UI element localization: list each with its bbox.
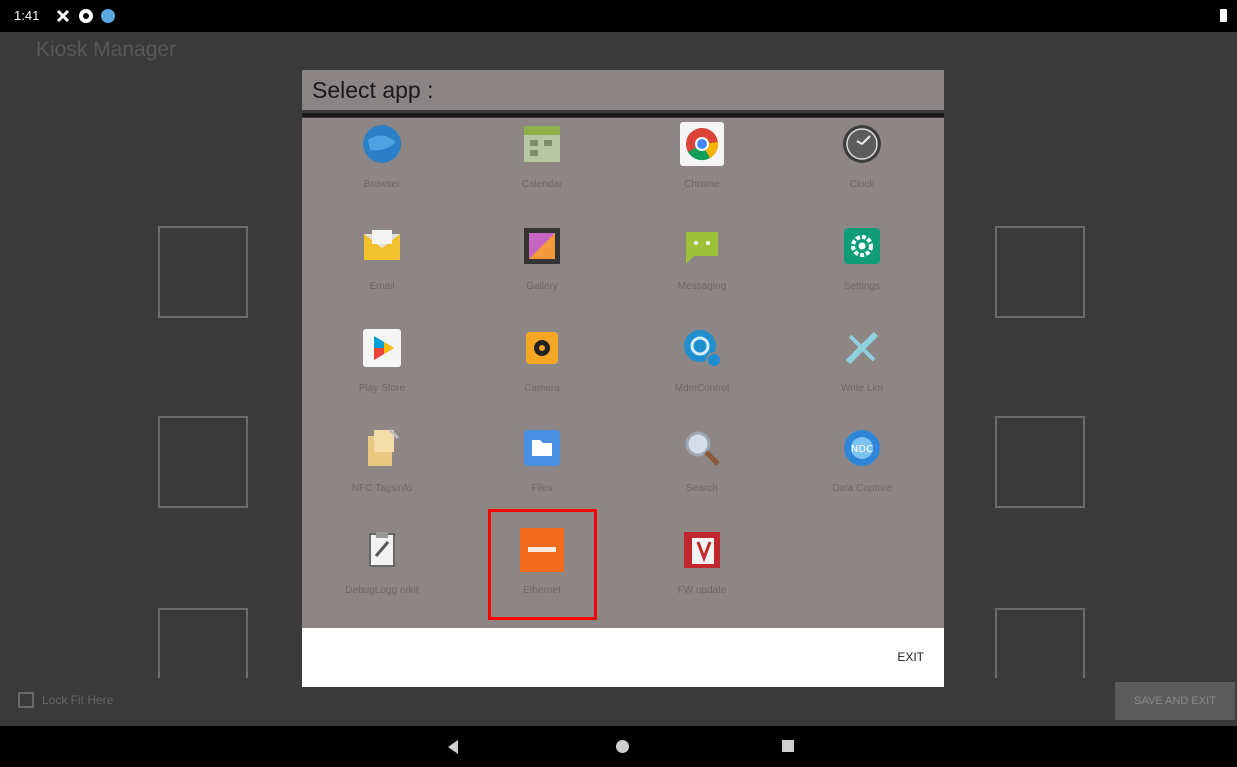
app-item-clock[interactable]: Clock <box>797 122 927 190</box>
app-slot[interactable] <box>995 416 1085 508</box>
app-slot[interactable] <box>995 226 1085 318</box>
tools-icon <box>845 331 879 365</box>
data-capture-icon: NDC <box>844 430 880 466</box>
calendar-icon <box>524 126 560 162</box>
app-item-settings[interactable]: Settings <box>797 224 927 292</box>
battery-icon <box>1220 9 1227 22</box>
app-item-mdmcontrol[interactable]: MdmControl <box>637 326 767 394</box>
navigation-bar <box>0 726 1237 767</box>
app-item-messaging[interactable]: Messaging <box>637 224 767 292</box>
app-item-files[interactable]: Files <box>477 426 607 494</box>
mdm-icon <box>684 330 722 368</box>
chrome-icon <box>680 122 724 166</box>
globe-icon <box>363 125 401 163</box>
home-icon[interactable] <box>616 740 629 753</box>
dialog-divider <box>302 113 944 117</box>
nfc-icon <box>368 428 400 466</box>
play-store-icon <box>363 329 401 367</box>
app-item-camera[interactable]: Camera <box>477 326 607 394</box>
app-item-nfc-tagsinfo[interactable]: NFC Tagsinfo <box>317 426 447 494</box>
save-and-exit-button[interactable]: SAVE AND EXIT <box>1115 682 1235 720</box>
app-item-fw-update[interactable]: FW update <box>637 528 767 596</box>
tools-status-icon <box>56 9 70 23</box>
gallery-icon <box>524 228 560 264</box>
app-grid: Browser Calendar Chrome Clock Email Gall… <box>302 118 944 628</box>
clock-icon <box>843 125 881 163</box>
dialog-title-bar: Select app : <box>302 70 944 110</box>
app-item-gallery[interactable]: Gallery <box>477 224 607 292</box>
status-bar: 1:41 <box>0 0 1237 32</box>
exit-button[interactable]: EXIT <box>897 650 924 664</box>
app-item-calendar[interactable]: Calendar <box>477 122 607 190</box>
sync-status-icon <box>79 9 93 23</box>
gear-icon <box>844 228 880 264</box>
debug-icon <box>369 532 395 567</box>
app-item-search[interactable]: Search <box>637 426 767 494</box>
app-item-email[interactable]: Email <box>317 224 447 292</box>
recent-apps-icon[interactable] <box>782 740 794 752</box>
messaging-icon <box>686 232 718 264</box>
app-slot[interactable] <box>158 416 248 508</box>
app-item-play-store[interactable]: Play Store <box>317 326 447 394</box>
status-time: 1:41 <box>14 8 40 23</box>
app-item-chrome[interactable]: Chrome <box>637 122 767 190</box>
email-icon <box>364 230 400 260</box>
app-slot[interactable] <box>995 608 1085 678</box>
lock-label: Lock Fit Here <box>42 693 114 707</box>
ethernet-highlight-box <box>488 509 597 620</box>
app-item-write-lkn[interactable]: Write Lkn <box>797 326 927 394</box>
select-app-dialog: Select app : Browser Calendar Chrome Clo… <box>302 70 944 687</box>
back-icon[interactable] <box>448 740 458 754</box>
dialog-title: Select app : <box>312 77 434 103</box>
search-icon <box>685 431 720 466</box>
app-slot[interactable] <box>158 608 248 678</box>
fw-update-icon <box>684 532 720 568</box>
app-item-browser[interactable]: Browser <box>317 122 447 190</box>
folder-icon <box>524 430 560 466</box>
lock-checkbox[interactable] <box>18 692 34 708</box>
app-slot[interactable] <box>158 226 248 318</box>
app-title: Kiosk Manager <box>36 38 177 61</box>
app-item-debuglogger[interactable]: DebugLogg erkit <box>317 528 447 596</box>
dialog-footer: EXIT <box>302 628 944 687</box>
camera-icon <box>526 332 558 364</box>
app-item-data-capture[interactable]: NDC Data Capture <box>797 426 927 494</box>
svg-text:NDC: NDC <box>851 444 873 455</box>
globe-status-icon <box>101 9 115 23</box>
